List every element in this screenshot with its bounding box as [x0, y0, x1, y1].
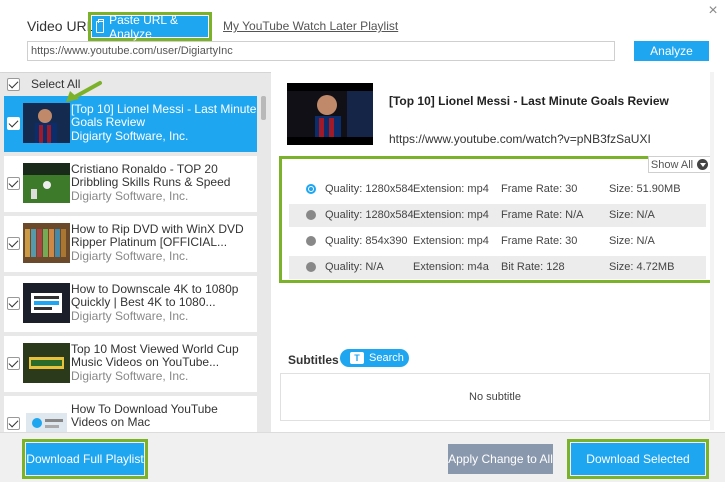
- green-arrow-icon: [66, 81, 102, 102]
- playlist-item[interactable]: [Top 10] Lionel Messi - Last Minute Goal…: [4, 96, 257, 152]
- download-selected-videos-button[interactable]: Download Selected Videos: [571, 443, 705, 475]
- clipboard-icon: [96, 18, 105, 33]
- item-title: [Top 10] Lionel Messi - Last Minute Goal…: [71, 103, 257, 129]
- item-checkbox[interactable]: [7, 237, 20, 250]
- format-extension: Extension: mp4: [413, 209, 489, 221]
- video-thumbnail: [23, 283, 70, 323]
- format-row[interactable]: Quality: 1280x584 Extension: mp4 Frame R…: [289, 178, 706, 201]
- item-title: How to Downscale 4K to 1080p Quickly | B…: [71, 283, 239, 309]
- format-rate: Frame Rate: 30: [501, 183, 578, 195]
- item-checkbox[interactable]: [7, 417, 20, 430]
- item-title: How To Download YouTube Videos on Mac: [71, 403, 218, 429]
- analyze-button[interactable]: Analyze: [634, 41, 709, 61]
- subtitle-search-icon: T: [350, 352, 364, 364]
- playlist-item[interactable]: Top 10 Most Viewed World Cup Music Video…: [4, 336, 257, 392]
- paste-url-analyze-button[interactable]: Paste URL & Analyze: [92, 13, 208, 41]
- video-thumbnail: [23, 103, 70, 143]
- show-all-dropdown[interactable]: Show All: [648, 156, 711, 173]
- format-radio[interactable]: [306, 184, 316, 194]
- format-row[interactable]: Quality: N/A Extension: m4a Bit Rate: 12…: [289, 256, 706, 279]
- detail-url: https://www.youtube.com/watch?v=pNB3fzSa…: [389, 132, 651, 146]
- format-quality: Quality: 1280x584: [325, 209, 414, 221]
- format-quality: Quality: N/A: [325, 261, 384, 273]
- format-radio[interactable]: [306, 210, 316, 220]
- format-extension: Extension: m4a: [413, 261, 489, 273]
- item-checkbox[interactable]: [7, 357, 20, 370]
- paste-button-label: Paste URL & Analyze: [109, 12, 178, 41]
- video-thumbnail: [23, 343, 70, 383]
- detail-scrollbar[interactable]: [710, 72, 714, 430]
- apply-change-to-all-button[interactable]: Apply Change to All: [448, 444, 553, 474]
- download-full-playlist-button[interactable]: Download Full Playlist: [26, 443, 144, 475]
- format-quality: Quality: 854x390: [325, 235, 408, 247]
- format-quality: Quality: 1280x584: [325, 183, 414, 195]
- item-author: Digiarty Software, Inc.: [71, 369, 189, 383]
- detail-title: [Top 10] Lionel Messi - Last Minute Goal…: [389, 94, 669, 108]
- format-row[interactable]: Quality: 854x390 Extension: mp4 Frame Ra…: [289, 230, 706, 253]
- video-url-input[interactable]: [27, 41, 615, 61]
- playlist-item[interactable]: Cristiano Ronaldo - TOP 20 Dribbling Ski…: [4, 156, 257, 212]
- close-button[interactable]: ×: [705, 3, 721, 19]
- format-rate: Bit Rate: 128: [501, 261, 565, 273]
- select-all-checkbox[interactable]: [7, 77, 20, 91]
- format-radio[interactable]: [306, 236, 316, 246]
- format-radio[interactable]: [306, 262, 316, 272]
- item-title: How to Rip DVD with WinX DVD Ripper Plat…: [71, 223, 244, 249]
- item-author: Digiarty Software, Inc.: [71, 129, 189, 143]
- format-extension: Extension: mp4: [413, 183, 489, 195]
- item-title: Top 10 Most Viewed World Cup Music Video…: [71, 343, 239, 369]
- format-rate: Frame Rate: 30: [501, 235, 578, 247]
- format-size: Size: N/A: [609, 235, 655, 247]
- item-checkbox[interactable]: [7, 177, 20, 190]
- subtitle-search-button[interactable]: T Search: [340, 349, 409, 367]
- video-thumbnail: [23, 223, 70, 263]
- playlist-item[interactable]: How To Download YouTube Videos on Mac: [4, 396, 257, 432]
- subtitle-search-label: Search: [369, 352, 404, 364]
- item-author: Digiarty Software, Inc.: [71, 249, 189, 263]
- item-checkbox[interactable]: [7, 297, 20, 310]
- item-title: Cristiano Ronaldo - TOP 20 Dribbling Ski…: [71, 163, 231, 189]
- format-size: Size: 51.90MB: [609, 183, 681, 195]
- subtitles-label: Subtitles: [288, 353, 339, 367]
- format-extension: Extension: mp4: [413, 235, 489, 247]
- video-thumbnail: [23, 163, 70, 203]
- item-author: Digiarty Software, Inc.: [71, 189, 189, 203]
- format-rate: Frame Rate: N/A: [501, 209, 584, 221]
- format-size: Size: 4.72MB: [609, 261, 675, 273]
- playlist-item[interactable]: How to Downscale 4K to 1080p Quickly | B…: [4, 276, 257, 332]
- format-row[interactable]: Quality: 1280x584 Extension: mp4 Frame R…: [289, 204, 706, 227]
- detail-thumbnail: [287, 83, 373, 145]
- playlist-item[interactable]: How to Rip DVD with WinX DVD Ripper Plat…: [4, 216, 257, 272]
- no-subtitle-text: No subtitle: [469, 391, 521, 403]
- format-size: Size: N/A: [609, 209, 655, 221]
- item-checkbox[interactable]: [7, 117, 20, 130]
- watch-later-playlist-link[interactable]: My YouTube Watch Later Playlist: [223, 19, 398, 33]
- playlist-scrollbar-track[interactable]: [259, 95, 268, 430]
- show-all-label: Show All: [650, 158, 694, 171]
- video-thumbnail: [23, 403, 70, 432]
- chevron-down-icon: [697, 159, 709, 170]
- playlist-scrollbar-thumb[interactable]: [261, 96, 266, 120]
- item-author: Digiarty Software, Inc.: [71, 309, 189, 323]
